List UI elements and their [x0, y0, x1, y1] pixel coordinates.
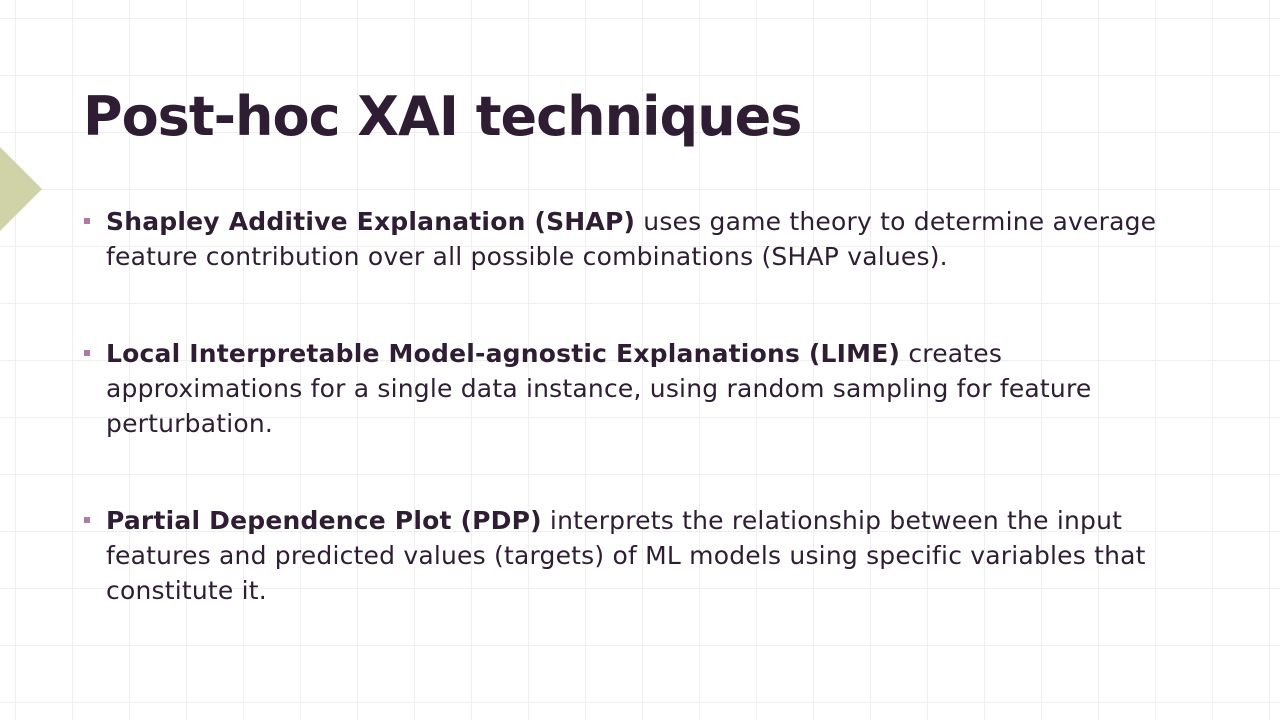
bullet-term: Shapley Additive Explanation (SHAP) [106, 207, 636, 236]
bullet-item-pdp: Partial Dependence Plot (PDP) interprets… [83, 503, 1163, 608]
square-bullet-icon [84, 350, 90, 356]
bullet-item-shap: Shapley Additive Explanation (SHAP) uses… [83, 204, 1163, 274]
slide-title: Post-hoc XAI techniques [83, 85, 802, 148]
triangle-arrow-icon [0, 147, 42, 231]
bullet-list: Shapley Additive Explanation (SHAP) uses… [83, 204, 1163, 608]
bullet-term: Partial Dependence Plot (PDP) [106, 506, 542, 535]
square-bullet-icon [84, 218, 90, 224]
square-bullet-icon [84, 517, 90, 523]
slide: Post-hoc XAI techniques Shapley Additive… [0, 0, 1280, 720]
bullet-term: Local Interpretable Model-agnostic Expla… [106, 339, 901, 368]
bullet-item-lime: Local Interpretable Model-agnostic Expla… [83, 336, 1163, 441]
